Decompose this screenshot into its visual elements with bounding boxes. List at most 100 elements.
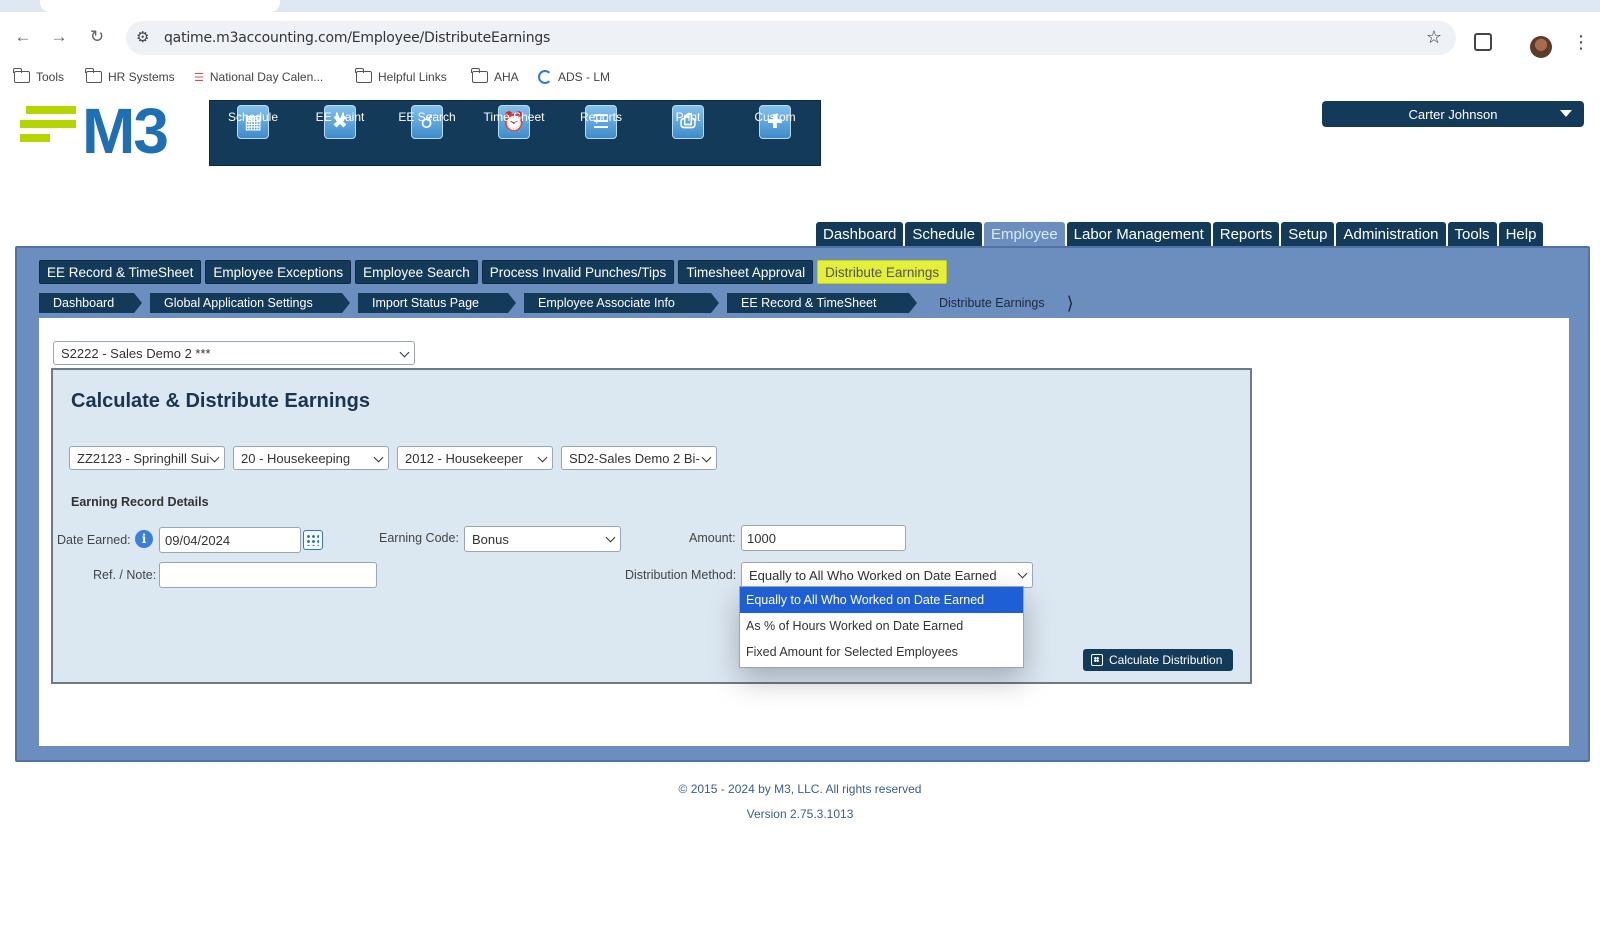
breadcrumb-dashboard[interactable]: Dashboard bbox=[39, 293, 142, 313]
tab-employee[interactable]: Employee bbox=[983, 222, 1065, 246]
browser-menu-icon[interactable]: ⋮ bbox=[1572, 32, 1590, 53]
toolbar-ee-maint-button[interactable]: ✖ EE Maint bbox=[297, 105, 383, 163]
profile-avatar[interactable] bbox=[1530, 36, 1552, 58]
bookmark-hr-systems[interactable]: HR Systems bbox=[85, 68, 175, 84]
breadcrumb-current: Distribute Earnings bbox=[939, 296, 1045, 310]
folder-icon bbox=[355, 68, 372, 83]
tab-help[interactable]: Help bbox=[1498, 222, 1544, 246]
chevron-down-icon bbox=[537, 452, 548, 463]
back-arrow-icon[interactable]: ← bbox=[10, 24, 36, 50]
browser-tab-strip bbox=[0, 0, 1600, 12]
ref-note-label: Ref. / Note: bbox=[93, 568, 157, 582]
earning-code-label: Earning Code: bbox=[379, 531, 459, 545]
calendar-picker-icon[interactable] bbox=[303, 530, 323, 550]
chevron-down-icon bbox=[209, 452, 220, 463]
folder-icon bbox=[85, 68, 102, 83]
option-equally[interactable]: Equally to All Who Worked on Date Earned bbox=[740, 587, 1023, 613]
bookmark-tools[interactable]: Tools bbox=[13, 68, 64, 84]
national-day-icon: ☰ bbox=[194, 71, 204, 84]
main-nav: Dashboard Schedule Employee Labor Manage… bbox=[816, 222, 1544, 246]
sub-nav: EE Record & TimeSheet Employee Exception… bbox=[39, 260, 948, 284]
chevron-down-icon bbox=[605, 532, 616, 543]
site-settings-icon[interactable]: ⚙ bbox=[136, 28, 149, 46]
amount-label: Amount: bbox=[689, 531, 736, 545]
forward-arrow-icon[interactable]: → bbox=[46, 24, 72, 50]
tab-tools[interactable]: Tools bbox=[1447, 222, 1497, 246]
subtab-employee-search[interactable]: Employee Search bbox=[355, 260, 478, 284]
calculate-distribution-button[interactable]: Calculate Distribution bbox=[1083, 649, 1233, 671]
option-percent-hours[interactable]: As % of Hours Worked on Date Earned bbox=[740, 613, 1023, 639]
tab-dashboard[interactable]: Dashboard bbox=[816, 222, 904, 246]
location-select[interactable]: ZZ2123 - Springhill Sui bbox=[69, 446, 225, 470]
breadcrumb-employee-associate[interactable]: Employee Associate Info bbox=[524, 293, 719, 313]
section-label: Earning Record Details bbox=[71, 495, 209, 509]
job-select[interactable]: 2012 - Housekeeper bbox=[397, 446, 553, 470]
subtab-ee-record-timesheet[interactable]: EE Record & TimeSheet bbox=[39, 260, 202, 284]
toolbar-print-button[interactable]: ⎙ Print bbox=[645, 105, 731, 163]
bookmark-aha[interactable]: AHA bbox=[471, 68, 519, 84]
tab-administration[interactable]: Administration bbox=[1336, 222, 1446, 246]
content-frame: EE Record & TimeSheet Employee Exception… bbox=[15, 246, 1590, 762]
extensions-icon[interactable] bbox=[1474, 33, 1492, 51]
logo-stripe bbox=[20, 120, 76, 128]
reload-icon[interactable]: ↻ bbox=[84, 24, 110, 50]
subtab-distribute-earnings[interactable]: Distribute Earnings bbox=[817, 260, 948, 284]
chevron-right-icon: ⟩ bbox=[1066, 293, 1074, 313]
chevron-down-icon bbox=[701, 452, 712, 463]
toolbar-time-sheet-button[interactable]: ⏰ Time Sheet bbox=[471, 105, 557, 163]
chevron-down-icon bbox=[399, 347, 410, 358]
bookmark-ads-lm[interactable]: ADS - LM bbox=[538, 70, 610, 84]
option-fixed-amount[interactable]: Fixed Amount for Selected Employees bbox=[740, 639, 1023, 665]
earning-code-select[interactable]: Bonus bbox=[464, 526, 621, 552]
logo-stripe bbox=[26, 106, 76, 114]
subtab-timesheet-approval[interactable]: Timesheet Approval bbox=[678, 260, 814, 284]
toolbar-schedule-button[interactable]: ▦ Schedule bbox=[210, 105, 296, 163]
info-icon[interactable]: i bbox=[135, 530, 153, 548]
user-name: Carter Johnson bbox=[1408, 106, 1498, 122]
toolbar-custom-button[interactable]: ✚ Custom bbox=[732, 105, 818, 163]
breadcrumb: Dashboard Global Application Settings Im… bbox=[39, 293, 1074, 313]
chevron-down-icon bbox=[1017, 568, 1028, 579]
tab-schedule[interactable]: Schedule bbox=[905, 222, 982, 246]
toolbar-reports-button[interactable]: ☰ Reports bbox=[558, 105, 644, 163]
page-content: S2222 - Sales Demo 2 *** Calculate & Dis… bbox=[39, 318, 1569, 746]
tab-reports[interactable]: Reports bbox=[1212, 222, 1280, 246]
distribution-method-select[interactable]: Equally to All Who Worked on Date Earned bbox=[741, 562, 1033, 588]
bookmark-national-day[interactable]: ☰ National Day Calen... bbox=[194, 70, 323, 84]
date-earned-input[interactable]: 09/04/2024 bbox=[159, 527, 301, 553]
distribute-earnings-panel: Calculate & Distribute Earnings ZZ2123 -… bbox=[51, 368, 1252, 684]
folder-icon bbox=[471, 68, 488, 83]
page-title: Calculate & Distribute Earnings bbox=[71, 390, 370, 412]
amount-input[interactable]: 1000 bbox=[741, 525, 906, 551]
date-earned-label: Date Earned: bbox=[57, 533, 131, 547]
footer-copyright: © 2015 - 2024 by M3, LLC. All rights res… bbox=[678, 782, 922, 796]
tab-labor-management[interactable]: Labor Management bbox=[1066, 222, 1211, 246]
breadcrumb-ee-record[interactable]: EE Record & TimeSheet bbox=[727, 293, 917, 313]
tab-setup[interactable]: Setup bbox=[1281, 222, 1335, 246]
address-bar[interactable]: ⚙ qatime.m3accounting.com/Employee/Distr… bbox=[126, 21, 1456, 55]
calculator-icon bbox=[1091, 654, 1103, 666]
breadcrumb-import-status[interactable]: Import Status Page bbox=[358, 293, 516, 313]
folder-icon bbox=[13, 68, 30, 83]
m3-logo[interactable]: M3 bbox=[20, 95, 185, 167]
chevron-down-icon bbox=[1560, 110, 1572, 117]
pay-group-select[interactable]: SD2-Sales Demo 2 Bi- bbox=[561, 446, 717, 470]
subtab-process-invalid-punches[interactable]: Process Invalid Punches/Tips bbox=[481, 260, 675, 284]
browser-active-tab[interactable] bbox=[40, 0, 280, 12]
department-select[interactable]: 20 - Housekeeping bbox=[233, 446, 389, 470]
browser-toolbar: ← → ↻ ⚙ qatime.m3accounting.com/Employee… bbox=[0, 12, 1600, 62]
user-menu-dropdown[interactable]: Carter Johnson bbox=[1322, 101, 1584, 127]
breadcrumb-global-settings[interactable]: Global Application Settings bbox=[150, 293, 350, 313]
bookmark-star-icon[interactable]: ☆ bbox=[1426, 27, 1442, 48]
url-text[interactable]: qatime.m3accounting.com/Employee/Distrib… bbox=[164, 30, 550, 46]
subtab-employee-exceptions[interactable]: Employee Exceptions bbox=[205, 260, 352, 284]
company-select[interactable]: S2222 - Sales Demo 2 *** bbox=[53, 341, 415, 365]
distribution-method-options: Equally to All Who Worked on Date Earned… bbox=[739, 586, 1024, 668]
logo-stripe bbox=[20, 134, 50, 142]
toolbar-ee-search-button[interactable]: ☌ EE Search bbox=[384, 105, 470, 163]
logo-text: M3 bbox=[82, 95, 169, 167]
ref-note-input[interactable] bbox=[159, 562, 377, 588]
quick-toolbar: ▦ Schedule ✖ EE Maint ☌ EE Search ⏰ Time… bbox=[209, 100, 821, 166]
chevron-down-icon bbox=[373, 452, 384, 463]
bookmark-helpful-links[interactable]: Helpful Links bbox=[355, 68, 447, 84]
